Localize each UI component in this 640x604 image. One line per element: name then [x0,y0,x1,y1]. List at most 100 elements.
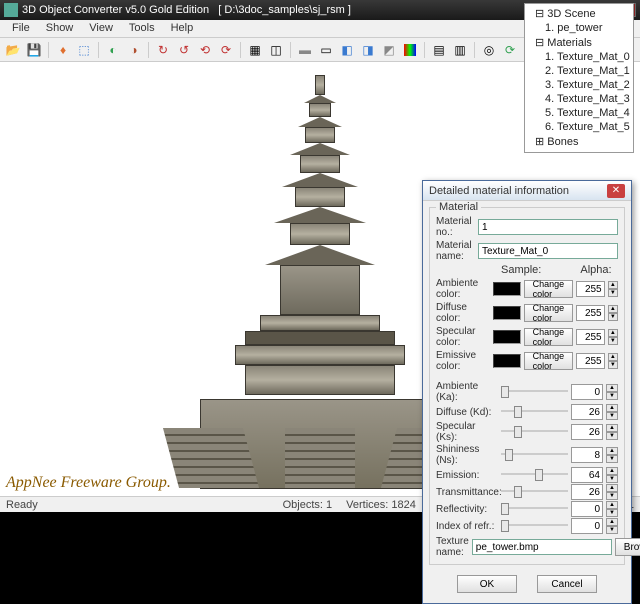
slider-thumb[interactable] [501,386,509,398]
menu-tools[interactable]: Tools [121,20,163,37]
matno-input[interactable] [478,219,618,235]
change-color-button[interactable]: Change color [524,328,574,346]
menu-help[interactable]: Help [163,20,202,37]
tree-node-mat[interactable]: 3. Texture_Mat_2 [527,78,631,92]
menu-file[interactable]: File [4,20,38,37]
tool-icon[interactable]: ♦ [54,41,72,59]
tree-node-mat[interactable]: 4. Texture_Mat_3 [527,92,631,106]
spinner-arrows[interactable]: ▲▼ [608,329,618,345]
slider-thumb[interactable] [535,469,543,481]
rotate-icon[interactable]: ⟳ [217,41,235,59]
texname-input[interactable] [472,539,612,555]
value-spinner[interactable]: 0 [571,501,603,517]
matname-input[interactable] [478,243,618,259]
tree-node-bones[interactable]: ⊞ Bones [527,134,631,149]
alpha-spinner[interactable]: 255 [576,353,605,369]
spinner-arrows[interactable]: ▲▼ [606,447,618,463]
cancel-button[interactable]: Cancel [537,575,597,593]
slider-track[interactable] [501,405,568,419]
slider-thumb[interactable] [514,406,522,418]
save-icon[interactable]: 💾 [25,41,43,59]
value-spinner[interactable]: 0 [571,518,603,534]
slider-thumb[interactable] [514,486,522,498]
alpha-spinner[interactable]: 255 [576,281,605,297]
change-color-button[interactable]: Change color [524,352,574,370]
refresh-icon[interactable]: ⟳ [501,41,519,59]
cube-icon[interactable]: ◩ [380,41,398,59]
slider-track[interactable] [501,519,568,533]
alpha-spinner[interactable]: 255 [576,329,605,345]
spinner-arrows[interactable]: ▲▼ [606,484,618,500]
color-icon[interactable] [401,41,419,59]
slider-track[interactable] [501,425,568,439]
slider-thumb[interactable] [501,520,509,532]
tool-icon[interactable]: ⬚ [75,41,93,59]
value-spinner[interactable]: 26 [571,424,603,440]
menu-view[interactable]: View [81,20,121,37]
rotate-icon[interactable]: ↺ [175,41,193,59]
ok-button[interactable]: OK [457,575,517,593]
cube-icon[interactable]: ◨ [359,41,377,59]
rotate-icon[interactable]: ⟲ [196,41,214,59]
dialog-close-icon[interactable]: ✕ [607,184,625,198]
tool-icon[interactable]: ▤ [430,41,448,59]
cube-icon[interactable]: ◧ [338,41,356,59]
view-icon[interactable]: ▦ [246,41,264,59]
tree-node-materials[interactable]: ⊟ Materials [527,35,631,50]
color-label: Specular color: [436,326,490,348]
window-title: 3D Object Converter v5.0 Gold Edition [ … [22,4,566,16]
tree-node-model[interactable]: 1. pe_tower [527,21,631,35]
slider-track[interactable] [501,485,568,499]
tree-node-mat[interactable]: 6. Texture_Mat_5 [527,120,631,134]
menu-show[interactable]: Show [38,20,82,37]
value-spinner[interactable]: 26 [571,404,603,420]
value-spinner[interactable]: 0 [571,384,603,400]
slider-label: Reflectivity: [436,504,498,515]
tool-icon[interactable]: ◐ [104,41,122,59]
spinner-arrows[interactable]: ▲▼ [608,305,618,321]
slider-track[interactable] [501,468,568,482]
change-color-button[interactable]: Change color [524,280,574,298]
tree-node-scene[interactable]: ⊟ 3D Scene [527,6,631,21]
shade-icon[interactable]: ▬ [296,41,314,59]
rotate-icon[interactable]: ↻ [154,41,172,59]
view-icon[interactable]: ◫ [267,41,285,59]
value-spinner[interactable]: 64 [571,467,603,483]
slider-label: Index of refr.: [436,521,498,532]
status-vertices: Vertices: 1824 [346,499,416,511]
tree-node-mat[interactable]: 2. Texture_Mat_1 [527,64,631,78]
slider-track[interactable] [501,385,568,399]
spinner-arrows[interactable]: ▲▼ [606,404,618,420]
spinner-arrows[interactable]: ▲▼ [606,467,618,483]
sample-header: Sample: [501,264,541,276]
tool-icon[interactable]: ◑ [125,41,143,59]
spinner-arrows[interactable]: ▲▼ [606,518,618,534]
spinner-arrows[interactable]: ▲▼ [606,384,618,400]
slider-track[interactable] [501,448,568,462]
color-swatch [493,282,521,296]
browse-button[interactable]: Browse [615,538,640,556]
alpha-spinner[interactable]: 255 [576,305,605,321]
dialog-titlebar[interactable]: Detailed material information ✕ [423,181,631,201]
tree-node-mat[interactable]: 1. Texture_Mat_0 [527,50,631,64]
value-spinner[interactable]: 8 [571,447,603,463]
change-color-button[interactable]: Change color [524,304,574,322]
slider-thumb[interactable] [514,426,522,438]
slider-thumb[interactable] [501,503,509,515]
spinner-arrows[interactable]: ▲▼ [606,501,618,517]
shade-icon[interactable]: ▭ [317,41,335,59]
slider-label: Specular (Ks): [436,421,498,443]
tool-icon[interactable]: ◎ [480,41,498,59]
status-ready: Ready [6,499,38,511]
alpha-header: Alpha: [574,264,618,276]
value-spinner[interactable]: 26 [571,484,603,500]
open-icon[interactable]: 📂 [4,41,22,59]
spinner-arrows[interactable]: ▲▼ [606,424,618,440]
slider-thumb[interactable] [505,449,513,461]
spinner-arrows[interactable]: ▲▼ [608,281,618,297]
slider-track[interactable] [501,502,568,516]
tree-node-mat[interactable]: 5. Texture_Mat_4 [527,106,631,120]
spinner-arrows[interactable]: ▲▼ [608,353,618,369]
tool-icon[interactable]: ▥ [451,41,469,59]
scene-tree[interactable]: ⊟ 3D Scene 1. pe_tower ⊟ Materials 1. Te… [524,3,634,153]
